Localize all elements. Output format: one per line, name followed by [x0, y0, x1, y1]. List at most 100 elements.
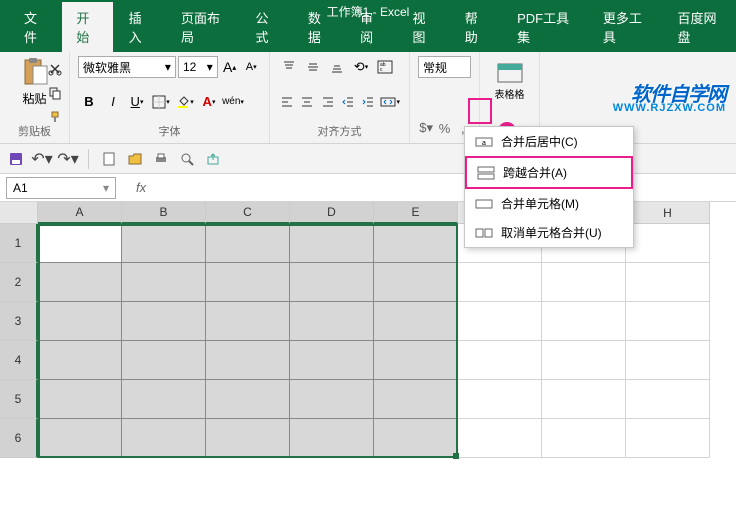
cell[interactable] [458, 341, 542, 380]
align-left-button[interactable] [278, 91, 296, 113]
font-size-select[interactable]: 12▾ [178, 56, 218, 78]
italic-button[interactable]: I [102, 91, 124, 113]
tab-formula[interactable]: 公式 [242, 2, 292, 52]
col-header-B[interactable]: B [122, 202, 206, 224]
select-all-corner[interactable] [0, 202, 38, 224]
align-middle-button[interactable] [302, 56, 324, 78]
cell[interactable] [626, 341, 710, 380]
cell[interactable] [122, 302, 206, 341]
row-header-6[interactable]: 6 [0, 419, 38, 458]
tab-review[interactable]: 审阅 [346, 2, 396, 52]
cell[interactable] [374, 380, 458, 419]
cell[interactable] [458, 302, 542, 341]
cell[interactable] [122, 224, 206, 263]
share-button[interactable] [203, 149, 223, 169]
cell[interactable] [458, 263, 542, 302]
cell[interactable] [206, 224, 290, 263]
row-header-5[interactable]: 5 [0, 380, 38, 419]
cell[interactable] [290, 419, 374, 458]
cell[interactable] [458, 419, 542, 458]
decrease-font-button[interactable]: A▾ [241, 56, 261, 78]
cell[interactable] [374, 224, 458, 263]
cell[interactable] [374, 263, 458, 302]
print-button[interactable] [151, 149, 171, 169]
row-header-1[interactable]: 1 [0, 224, 38, 263]
cell[interactable] [626, 380, 710, 419]
tab-help[interactable]: 帮助 [451, 2, 501, 52]
increase-font-button[interactable]: A▴ [220, 56, 240, 78]
cell[interactable] [38, 224, 122, 263]
name-box[interactable]: A1▾ [6, 177, 116, 199]
currency-button[interactable]: $▾ [418, 117, 434, 139]
col-header-E[interactable]: E [374, 202, 458, 224]
col-header-C[interactable]: C [206, 202, 290, 224]
align-top-button[interactable] [278, 56, 300, 78]
format-painter-button[interactable] [44, 106, 66, 128]
tab-more[interactable]: 更多工具 [589, 2, 662, 52]
wrap-text-button[interactable]: abc [374, 56, 396, 78]
cell[interactable] [38, 419, 122, 458]
cell[interactable] [206, 419, 290, 458]
underline-button[interactable]: U▾ [126, 91, 148, 113]
merge-button[interactable]: ▾ [379, 91, 401, 113]
unmerge-item[interactable]: 取消单元格合并(U) [465, 218, 633, 247]
col-header-H[interactable]: H [626, 202, 710, 224]
merge-center-item[interactable]: a 合并后居中(C) [465, 127, 633, 156]
cell[interactable] [122, 380, 206, 419]
percent-button[interactable]: % [436, 117, 452, 139]
cell[interactable] [290, 224, 374, 263]
redo-button[interactable]: ↷▾ [58, 149, 78, 169]
cell[interactable] [290, 341, 374, 380]
cut-button[interactable] [44, 58, 66, 80]
cell[interactable] [122, 419, 206, 458]
tab-insert[interactable]: 插入 [115, 2, 165, 52]
align-right-button[interactable] [319, 91, 337, 113]
increase-indent-button[interactable] [359, 91, 377, 113]
cell[interactable] [290, 302, 374, 341]
col-header-A[interactable]: A [38, 202, 122, 224]
tab-pdf[interactable]: PDF工具集 [503, 2, 587, 52]
decrease-indent-button[interactable] [339, 91, 357, 113]
cell[interactable] [542, 263, 626, 302]
row-header-4[interactable]: 4 [0, 341, 38, 380]
tab-file[interactable]: 文件 [10, 2, 60, 52]
undo-button[interactable]: ↶▾ [32, 149, 52, 169]
align-center-button[interactable] [298, 91, 316, 113]
tab-view[interactable]: 视图 [398, 2, 448, 52]
phonetic-button[interactable]: wén▾ [222, 91, 244, 113]
fill-color-button[interactable]: ▾ [174, 91, 196, 113]
open-button[interactable] [125, 149, 145, 169]
cell[interactable] [206, 380, 290, 419]
row-header-2[interactable]: 2 [0, 263, 38, 302]
cell[interactable] [374, 302, 458, 341]
tab-home[interactable]: 开始 [62, 2, 112, 52]
cell[interactable] [290, 380, 374, 419]
tab-data[interactable]: 数据 [294, 2, 344, 52]
cell[interactable] [626, 224, 710, 263]
border-button[interactable]: ▾ [150, 91, 172, 113]
cell[interactable] [206, 302, 290, 341]
tab-baidu[interactable]: 百度网盘 [663, 2, 736, 52]
align-bottom-button[interactable] [326, 56, 348, 78]
new-button[interactable] [99, 149, 119, 169]
save-button[interactable] [6, 149, 26, 169]
cell[interactable] [206, 263, 290, 302]
cell[interactable] [122, 341, 206, 380]
row-header-3[interactable]: 3 [0, 302, 38, 341]
cell[interactable] [626, 302, 710, 341]
cell[interactable] [122, 263, 206, 302]
preview-button[interactable] [177, 149, 197, 169]
merge-across-item[interactable]: 跨越合并(A) [465, 156, 633, 189]
merge-cells-item[interactable]: 合并单元格(M) [465, 189, 633, 218]
cell[interactable] [542, 419, 626, 458]
tab-layout[interactable]: 页面布局 [167, 2, 240, 52]
copy-button[interactable] [44, 82, 66, 104]
cell[interactable] [374, 341, 458, 380]
cell[interactable] [206, 341, 290, 380]
col-header-D[interactable]: D [290, 202, 374, 224]
cell[interactable] [626, 263, 710, 302]
cell[interactable] [374, 419, 458, 458]
cell[interactable] [38, 263, 122, 302]
cell[interactable] [626, 419, 710, 458]
formula-input[interactable] [160, 177, 736, 199]
